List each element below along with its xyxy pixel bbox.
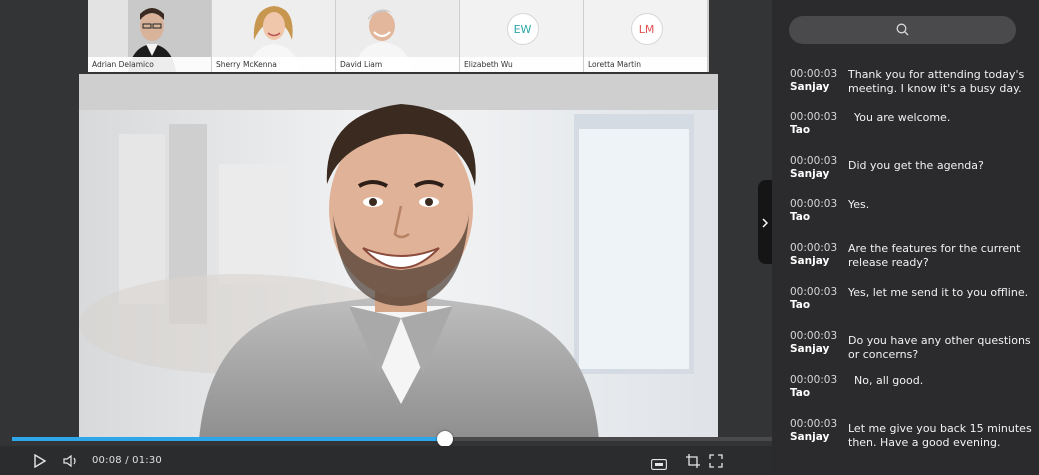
entry-text: Do you have any other questions or conce… <box>848 334 1031 361</box>
fullscreen-icon[interactable] <box>709 453 723 472</box>
transcript-panel: 00:00:03 Sanjay Thank you for attending … <box>772 0 1039 475</box>
captions-icon[interactable] <box>651 455 667 474</box>
transcript-entry[interactable]: 00:00:03 Sanjay Did you get the agenda? <box>790 155 1033 193</box>
seek-bar-handle[interactable] <box>437 431 454 447</box>
entry-speaker: Sanjay <box>790 255 830 267</box>
entry-meta: 00:00:03 Sanjay <box>790 155 850 181</box>
chevron-right-icon <box>762 213 769 232</box>
video-stage: Adrian Delamico Sherry McKenna David Lia… <box>0 0 772 475</box>
transcript-entry[interactable]: 00:00:03 Tao You are welcome. <box>790 111 1033 149</box>
entry-speaker: Tao <box>790 211 811 223</box>
participant-strip: Adrian Delamico Sherry McKenna David Lia… <box>88 0 709 72</box>
entry-meta: 00:00:03 Tao <box>790 286 850 312</box>
participant-name: David Liam <box>336 57 459 72</box>
entry-text: Let me give you back 15 minutes then. Ha… <box>848 422 1032 449</box>
crop-icon[interactable] <box>686 453 700 472</box>
entry-text: Are the features for the current release… <box>848 242 1021 269</box>
time-readout: 00:08 / 01:30 <box>92 455 162 466</box>
transcript-entry[interactable]: 00:00:03 Tao Yes, let me send it to you … <box>790 286 1033 324</box>
player-controls: 00:08 / 01:30 <box>0 446 772 475</box>
participant-name: Elizabeth Wu <box>460 57 583 72</box>
transcript-entry[interactable]: 00:00:03 Sanjay Let me give you back 15 … <box>790 418 1033 456</box>
entry-speaker: Tao <box>790 387 811 399</box>
meeting-recording-app: Adrian Delamico Sherry McKenna David Lia… <box>0 0 1039 475</box>
entry-text: Yes. <box>848 198 870 211</box>
entry-speaker: Sanjay <box>790 343 830 355</box>
entry-speaker: Sanjay <box>790 168 830 180</box>
transcript-entry[interactable]: 00:00:03 Sanjay Thank you for attending … <box>790 68 1033 106</box>
entry-speaker: Sanjay <box>790 81 830 93</box>
transcript-entry[interactable]: 00:00:03 Sanjay Do you have any other qu… <box>790 330 1033 368</box>
entry-text: Yes, let me send it to you offline. <box>848 286 1029 299</box>
participant-name: Sherry McKenna <box>212 57 335 72</box>
entry-timestamp: 00:00:03 <box>790 155 838 167</box>
transcript-entry[interactable]: 00:00:03 Tao Yes. <box>790 198 1033 236</box>
participant-tile-sherry[interactable]: Sherry McKenna <box>212 0 335 72</box>
entry-timestamp: 00:00:03 <box>790 374 838 386</box>
main-video-feed[interactable] <box>79 74 718 440</box>
entry-speaker: Sanjay <box>790 431 830 443</box>
entry-timestamp: 00:00:03 <box>790 242 838 254</box>
participant-name: Adrian Delamico <box>88 57 211 72</box>
entry-meta: 00:00:03 Sanjay <box>790 242 850 268</box>
seek-bar[interactable] <box>12 431 772 447</box>
entry-timestamp: 00:00:03 <box>790 418 838 430</box>
participant-tile-loretta[interactable]: LM Loretta Martin <box>584 0 707 72</box>
entry-timestamp: 00:00:03 <box>790 330 838 342</box>
entry-timestamp: 00:00:03 <box>790 286 838 298</box>
entry-meta: 00:00:03 Sanjay <box>790 330 850 356</box>
seek-bar-progress <box>12 437 446 441</box>
entry-timestamp: 00:00:03 <box>790 68 838 80</box>
participant-initials: LM <box>630 13 663 45</box>
speaker-video-image <box>79 74 718 440</box>
entry-meta: 00:00:03 Sanjay <box>790 418 850 444</box>
entry-meta: 00:00:03 Sanjay <box>790 68 850 94</box>
volume-icon[interactable] <box>63 453 79 472</box>
entry-timestamp: 00:00:03 <box>790 111 838 123</box>
entry-text: You are welcome. <box>854 111 951 124</box>
transcript-search[interactable] <box>789 16 1016 44</box>
collapse-panel-button[interactable] <box>758 180 772 264</box>
entry-meta: 00:00:03 Tao <box>790 374 850 400</box>
entry-speaker: Tao <box>790 124 811 136</box>
participant-initials: EW <box>506 13 539 45</box>
entry-text: No, all good. <box>854 374 924 387</box>
entry-text: Thank you for attending today's meeting.… <box>848 68 1025 95</box>
search-icon <box>896 21 909 40</box>
play-icon[interactable] <box>33 453 47 472</box>
entry-speaker: Tao <box>790 299 811 311</box>
transcript-entry[interactable]: 00:00:03 Tao No, all good. <box>790 374 1033 412</box>
participant-tile-david[interactable]: David Liam <box>336 0 459 72</box>
participant-tile-adrian[interactable]: Adrian Delamico <box>88 0 211 72</box>
entry-meta: 00:00:03 Tao <box>790 111 850 137</box>
entry-text: Did you get the agenda? <box>848 159 984 172</box>
entry-timestamp: 00:00:03 <box>790 198 838 210</box>
transcript-entry[interactable]: 00:00:03 Sanjay Are the features for the… <box>790 242 1033 280</box>
participant-tile-elizabeth[interactable]: EW Elizabeth Wu <box>460 0 583 72</box>
participant-name: Loretta Martin <box>584 57 707 72</box>
entry-meta: 00:00:03 Tao <box>790 198 850 224</box>
